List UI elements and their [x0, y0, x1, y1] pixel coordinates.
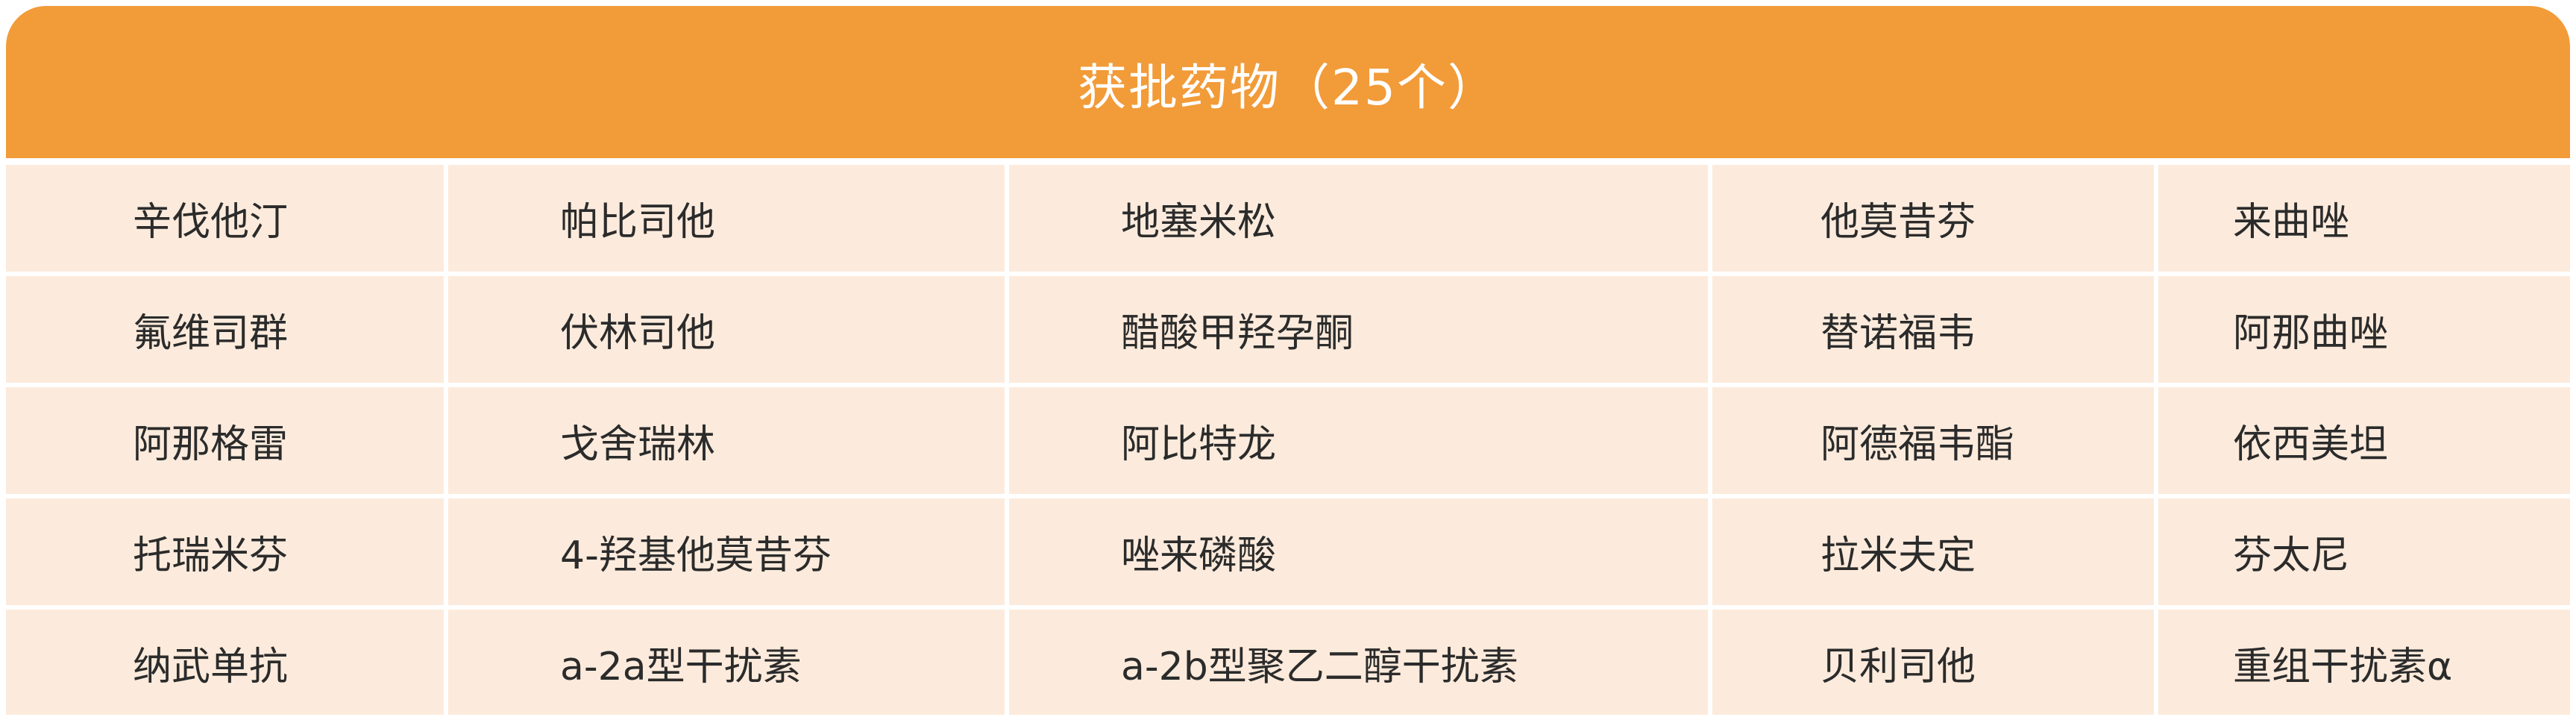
- drug-cell: 阿那曲唑: [2158, 276, 2570, 383]
- drug-cell: 他莫昔芬: [1712, 165, 2154, 272]
- table-header: 获批药物（25个）: [6, 6, 2570, 158]
- drug-cell: 芬太尼: [2158, 498, 2570, 605]
- drug-cell: 辛伐他汀: [6, 165, 444, 272]
- drug-cell: 托瑞米芬: [6, 498, 444, 605]
- drug-cell: 阿比特龙: [1009, 387, 1708, 494]
- drug-cell: 醋酸甲羟孕酮: [1009, 276, 1708, 383]
- drug-cell: a-2a型干扰素: [448, 610, 1005, 715]
- drug-cell: 阿德福韦酯: [1712, 387, 2154, 494]
- drug-cell: 伏林司他: [448, 276, 1005, 383]
- drug-cell: 替诺福韦: [1712, 276, 2154, 383]
- drug-cell: 帕比司他: [448, 165, 1005, 272]
- drug-cell: 阿那格雷: [6, 387, 444, 494]
- drug-cell: a-2b型聚乙二醇干扰素: [1009, 610, 1708, 715]
- drug-cell: 4-羟基他莫昔芬: [448, 498, 1005, 605]
- drug-cell: 氟维司群: [6, 276, 444, 383]
- drug-grid: 辛伐他汀 帕比司他 地塞米松 他莫昔芬 来曲唑 氟维司群 伏林司他 醋酸甲羟孕酮…: [6, 165, 2570, 715]
- drug-cell: 重组干扰素α: [2158, 610, 2570, 715]
- drug-cell: 贝利司他: [1712, 610, 2154, 715]
- drug-cell: 拉米夫定: [1712, 498, 2154, 605]
- table-title: 获批药物（25个）: [1078, 59, 1498, 116]
- drug-cell: 依西美坦: [2158, 387, 2570, 494]
- drug-cell: 纳武单抗: [6, 610, 444, 715]
- approved-drugs-table: 获批药物（25个） 辛伐他汀 帕比司他 地塞米松 他莫昔芬 来曲唑 氟维司群 伏…: [6, 6, 2570, 715]
- drug-cell: 地塞米松: [1009, 165, 1708, 272]
- drug-cell: 戈舍瑞林: [448, 387, 1005, 494]
- drug-cell: 来曲唑: [2158, 165, 2570, 272]
- drug-cell: 唑来磷酸: [1009, 498, 1708, 605]
